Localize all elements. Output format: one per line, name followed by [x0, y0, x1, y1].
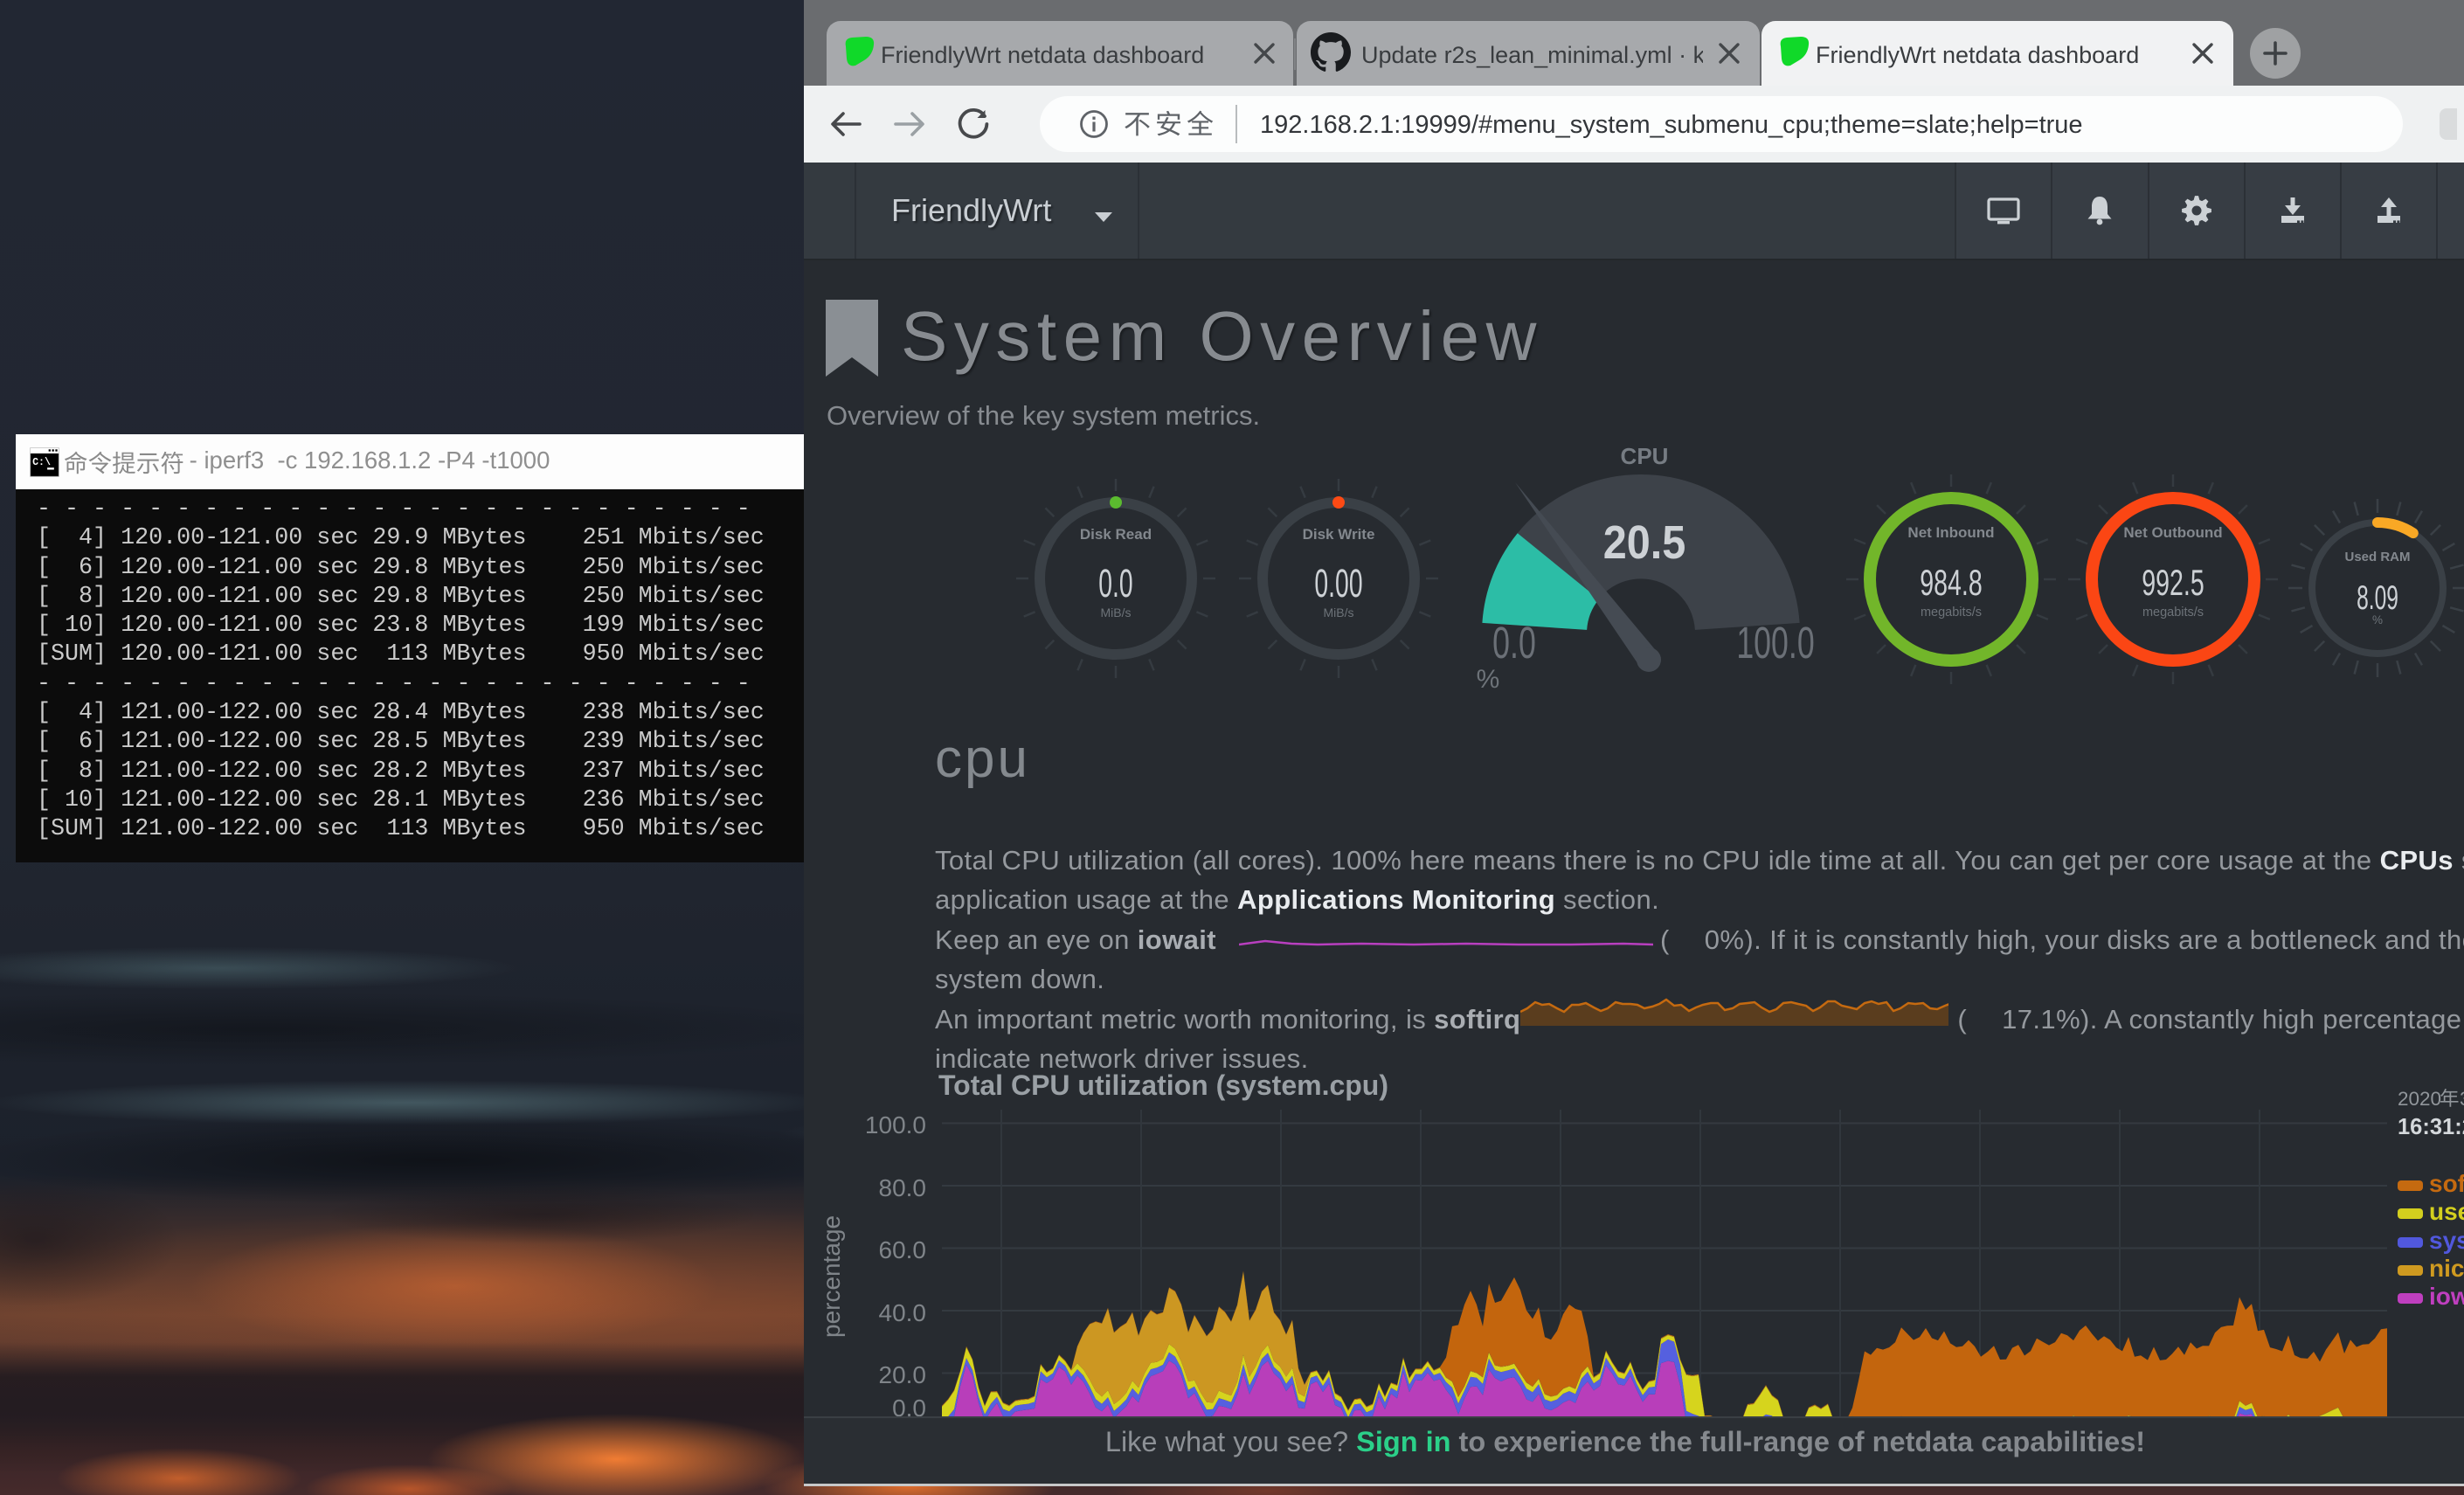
svg-text:2020: 2020 [2398, 1088, 2441, 1110]
svg-text:3: 3 [2460, 1088, 2464, 1110]
svg-text:C:\: C:\ [32, 457, 51, 468]
